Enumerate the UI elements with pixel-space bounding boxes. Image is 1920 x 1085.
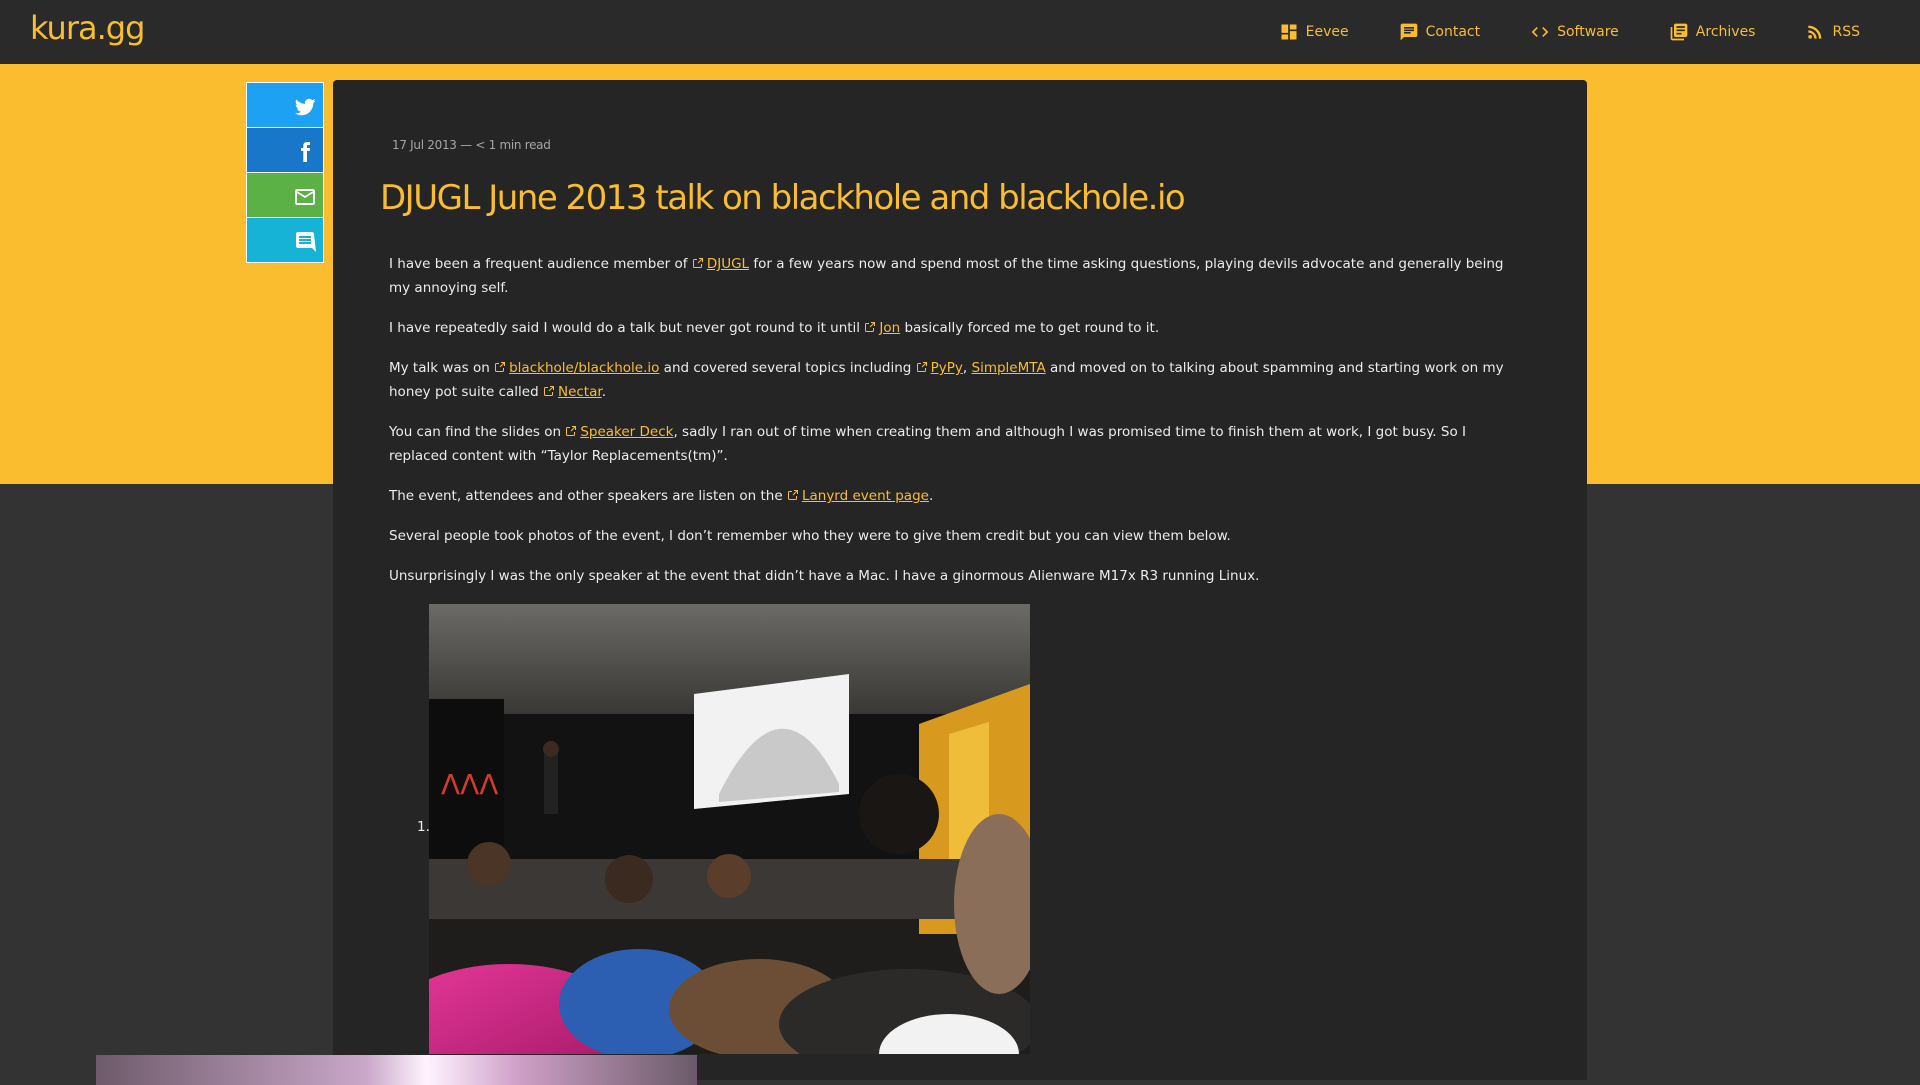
post-body: I have been a frequent audience member o… [389, 252, 1519, 604]
nav-label: Software [1557, 24, 1619, 40]
link-text: Jon [879, 320, 901, 336]
nav-item-software[interactable]: Software [1530, 22, 1619, 42]
text: I have repeatedly said I would do a talk… [389, 320, 865, 336]
code-icon [1531, 27, 1549, 37]
nav-item-contact[interactable]: Contact [1399, 22, 1480, 42]
link-djugl[interactable]: DJUGL [692, 256, 749, 272]
article-card: 17 Jul 2013 — < 1 min read DJUGL June 20… [333, 80, 1587, 1080]
post-title: DJUGL June 2013 talk on blackhole and bl… [380, 178, 1186, 218]
link-text: PyPy [930, 360, 963, 376]
link-text: Lanyrd event page [801, 488, 929, 504]
external-link-icon [566, 426, 577, 436]
share-facebook-button[interactable] [247, 128, 323, 172]
link-text: Nectar [557, 384, 602, 400]
svg-text:ΛΛΛ: ΛΛΛ [441, 768, 498, 801]
mail-icon [295, 189, 315, 205]
paragraph: You can find the slides on Speaker Deck,… [389, 420, 1519, 468]
paragraph: My talk was on blackhole/blackhole.io an… [389, 356, 1519, 404]
external-link-icon [787, 490, 798, 500]
text: I have been a frequent audience member o… [389, 256, 692, 272]
text: The event, attendees and other speakers … [389, 488, 787, 504]
link-blackhole[interactable]: blackhole/blackhole.io [494, 360, 659, 376]
share-bar [246, 82, 324, 263]
paragraph: Several people took photos of the event,… [389, 528, 1231, 544]
share-email-button[interactable] [247, 173, 323, 217]
paragraph: I have repeatedly said I would do a talk… [389, 316, 1519, 340]
event-photo-2[interactable] [96, 1055, 697, 1085]
main-nav: Eevee Contact Software Archives RSS [1229, 0, 1860, 64]
paragraph: The event, attendees and other speakers … [389, 484, 1519, 508]
external-link-icon [543, 386, 554, 396]
library-icon [1670, 23, 1688, 41]
post-meta: 17 Jul 2013 — < 1 min read [392, 138, 551, 152]
text: and covered several topics including [659, 360, 916, 376]
nav-label: Eevee [1305, 24, 1349, 40]
link-simplemta[interactable]: SimpleMTA [972, 360, 1046, 376]
link-nectar[interactable]: Nectar [543, 384, 602, 400]
link-jon[interactable]: Jon [864, 320, 900, 336]
chat-icon [1400, 23, 1417, 41]
text: , [962, 360, 972, 376]
list-number: 1. [417, 819, 430, 835]
external-link-icon [692, 258, 703, 268]
nav-label: Contact [1425, 24, 1481, 40]
text: You can find the slides on [389, 424, 566, 440]
text: basically forced me to get round to it. [900, 320, 1160, 336]
text: . [601, 384, 606, 400]
paragraph: I have been a frequent audience member o… [389, 252, 1519, 300]
link-speaker-deck[interactable]: Speaker Deck [565, 424, 673, 440]
external-link-icon [916, 362, 927, 372]
event-photo-illustration: ΛΛΛ [429, 604, 1030, 1054]
dashboard-icon [1281, 24, 1297, 40]
link-text: SimpleMTA [971, 360, 1046, 376]
text: My talk was on [389, 360, 495, 376]
paragraph: Unsurprisingly I was the only speaker at… [389, 568, 1260, 584]
site-logo[interactable]: kura.gg [30, 9, 145, 47]
text: . [928, 488, 934, 504]
nav-item-rss[interactable]: RSS [1805, 22, 1860, 42]
comment-icon [296, 232, 316, 252]
nav-item-archives[interactable]: Archives [1669, 22, 1756, 42]
facebook-icon [301, 142, 311, 162]
link-text: Speaker Deck [580, 424, 674, 440]
external-link-icon [865, 322, 876, 332]
share-comments-button[interactable] [247, 218, 323, 262]
link-lanyrd[interactable]: Lanyrd event page [787, 488, 929, 504]
top-navigation-bar: kura.gg Eevee Contact Software Archives … [0, 0, 1920, 64]
external-link-icon [495, 362, 506, 372]
event-photo[interactable]: ΛΛΛ [429, 604, 1030, 1054]
rss-icon [1808, 25, 1822, 39]
nav-item-eevee[interactable]: Eevee [1279, 22, 1349, 42]
link-text: DJUGL [706, 256, 750, 272]
link-pypy[interactable]: PyPy [916, 360, 963, 376]
twitter-icon [295, 98, 316, 116]
share-twitter-button[interactable] [247, 83, 323, 127]
link-text: blackhole/blackhole.io [509, 360, 660, 376]
nav-label: RSS [1832, 24, 1860, 40]
nav-label: Archives [1695, 24, 1756, 40]
